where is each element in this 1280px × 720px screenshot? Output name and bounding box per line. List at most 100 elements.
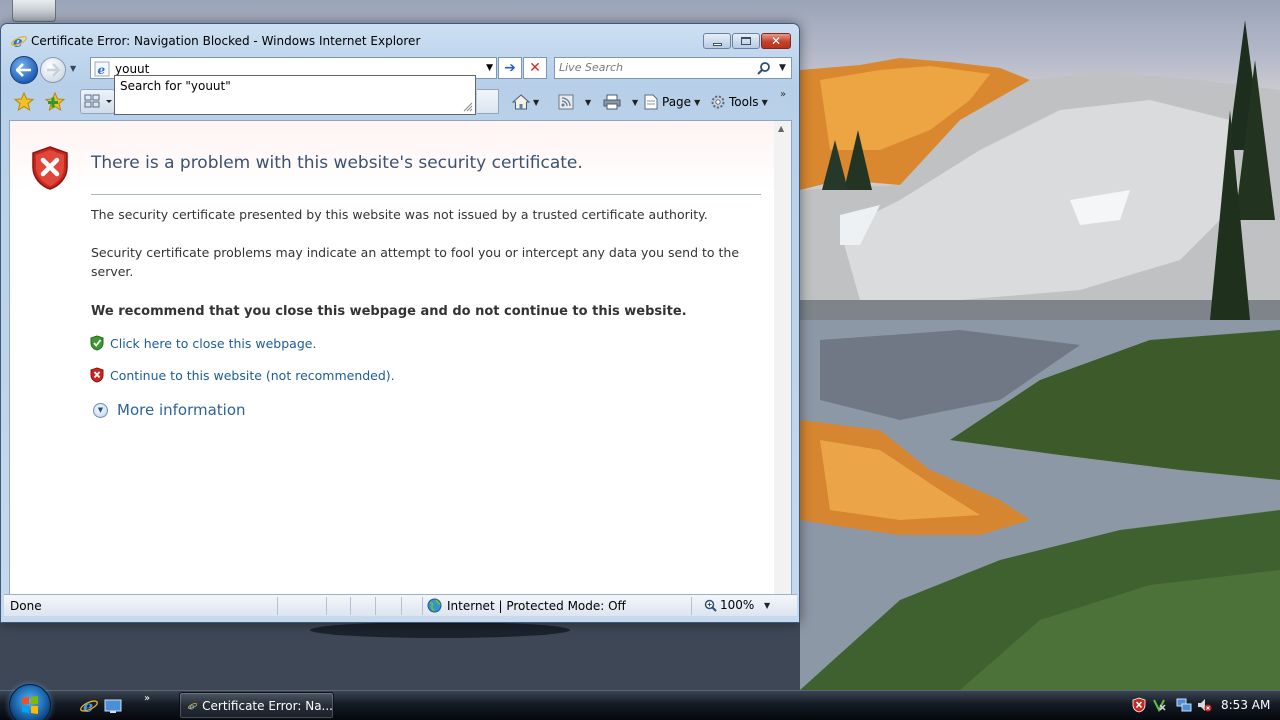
print-dropdown-icon[interactable]: ▼ <box>632 98 638 107</box>
page-title: There is a problem with this website's s… <box>91 153 583 173</box>
svg-text:e: e <box>98 63 106 77</box>
expand-chevron-icon: ▼ <box>93 402 108 418</box>
close-icon: ✕ <box>770 34 782 48</box>
quick-tabs-icon <box>84 94 112 108</box>
stop-x-icon: ✕ <box>529 60 541 76</box>
page-menu-label: Page <box>662 95 692 109</box>
back-button[interactable] <box>10 56 38 84</box>
zoom-magnifier-icon <box>704 599 717 612</box>
tools-dropdown-icon: ▼ <box>761 97 768 107</box>
forward-button[interactable] <box>40 57 66 83</box>
zoom-dropdown-icon[interactable]: ▼ <box>764 601 770 610</box>
ie-logo-icon: e <box>11 33 27 49</box>
quick-tabs-button[interactable] <box>80 89 115 114</box>
tools-menu-button[interactable]: Tools ▼ <box>710 92 768 112</box>
go-button[interactable]: ➔ <box>498 57 522 79</box>
forward-arrow-icon <box>47 63 61 77</box>
status-separator <box>350 597 351 615</box>
start-button[interactable] <box>9 684 51 720</box>
close-window-button[interactable]: ✕ <box>761 33 791 49</box>
volume-muted-tray-icon[interactable] <box>1196 697 1212 713</box>
resize-grip-icon[interactable] <box>461 100 473 112</box>
continue-website-link[interactable]: Continue to this website (not recommende… <box>110 368 395 383</box>
more-commands-chevron-icon[interactable]: » <box>780 89 786 100</box>
network-tray-icon[interactable] <box>1176 697 1192 713</box>
page-menu-button[interactable]: Page ▼ <box>643 92 700 112</box>
add-star-icon[interactable] <box>45 92 65 112</box>
recent-pages-dropdown[interactable]: ▼ <box>70 64 76 73</box>
recycle-bin-icon[interactable] <box>12 0 56 22</box>
maximize-button[interactable] <box>732 33 760 49</box>
status-separator <box>401 597 402 615</box>
status-text: Done <box>10 599 42 613</box>
windows-logo-icon <box>22 696 38 714</box>
security-alert-tray-icon[interactable] <box>1131 697 1147 713</box>
close-webpage-row: Click here to close this webpage. <box>90 335 316 351</box>
page-ie-icon: e <box>94 61 110 77</box>
more-information-label: More information <box>117 401 246 419</box>
back-arrow-icon <box>16 63 31 77</box>
home-button[interactable]: ▼ <box>512 92 539 112</box>
search-options-dropdown-icon[interactable]: ▼ <box>779 63 786 73</box>
ie-taskbar-icon: e <box>188 702 198 712</box>
go-arrow-icon: ➔ <box>504 60 516 76</box>
address-autocomplete[interactable]: Search for "youut" <box>114 75 476 115</box>
vertical-scrollbar[interactable]: ▲ ▼ <box>774 121 791 614</box>
status-separator <box>277 597 278 615</box>
magnifier-icon[interactable] <box>757 61 771 75</box>
search-suggestion[interactable]: Search for "youut" <box>120 79 231 93</box>
status-separator <box>691 597 692 615</box>
stop-button[interactable]: ✕ <box>523 57 547 79</box>
close-webpage-link[interactable]: Click here to close this webpage. <box>110 336 316 351</box>
recommendation-text: We recommend that you close this webpage… <box>91 304 687 319</box>
ie-quick-launch-icon[interactable]: e <box>80 697 98 715</box>
red-shield-x-icon <box>32 146 68 190</box>
security-zone[interactable]: Internet | Protected Mode: Off <box>427 598 626 613</box>
page-dropdown-icon: ▼ <box>694 97 701 107</box>
search-box[interactable]: ▼ <box>554 57 792 79</box>
title-bar[interactable]: e Certificate Error: Navigation Blocked … <box>1 24 799 54</box>
home-icon <box>512 94 530 110</box>
security-zone-label: Internet | Protected Mode: Off <box>447 598 626 613</box>
status-separator <box>375 597 376 615</box>
home-dropdown-icon[interactable]: ▼ <box>533 98 539 107</box>
maximize-icon <box>741 37 751 45</box>
address-dropdown-icon[interactable]: ▼ <box>486 63 493 73</box>
zoom-level[interactable]: 100% <box>704 598 754 612</box>
window-title: Certificate Error: Navigation Blocked - … <box>31 34 421 48</box>
status-bar: Done Internet | Protected Mode: Off 100%… <box>4 594 797 616</box>
status-separator <box>326 597 327 615</box>
print-button[interactable]: ▼ <box>603 92 638 112</box>
address-input[interactable]: youut <box>115 62 149 76</box>
globe-icon <box>427 598 442 613</box>
tools-menu-label: Tools <box>729 95 759 109</box>
status-separator <box>422 597 423 615</box>
title-divider <box>91 194 761 195</box>
gear-icon <box>711 95 725 109</box>
issuer-warning-text: The security certificate presented by th… <box>91 207 708 222</box>
svg-text:e: e <box>83 697 93 715</box>
rss-icon <box>558 94 574 110</box>
scroll-up-icon[interactable]: ▲ <box>778 124 784 133</box>
green-shield-check-icon <box>90 335 104 351</box>
printer-icon <box>603 94 621 110</box>
search-input[interactable] <box>559 61 749 74</box>
feeds-button[interactable]: ▼ <box>558 92 591 112</box>
more-information-toggle[interactable]: ▼ More information <box>93 401 246 419</box>
star-icon[interactable] <box>14 92 34 112</box>
taskbar-ie-window-button[interactable]: e Certificate Error: Na... <box>179 692 334 719</box>
system-clock[interactable]: 8:53 AM <box>1221 698 1270 712</box>
new-tab-button[interactable] <box>477 89 499 114</box>
defender-tray-icon[interactable] <box>1151 697 1167 713</box>
minimize-icon <box>712 42 722 46</box>
red-shield-x-small-icon <box>90 367 104 383</box>
page-content: There is a problem with this website's s… <box>9 120 792 615</box>
taskbar-ie-window-label: Certificate Error: Na... <box>202 698 333 713</box>
continue-website-row: Continue to this website (not recommende… <box>90 367 395 383</box>
page-icon <box>644 94 658 110</box>
zoom-level-label: 100% <box>720 598 755 612</box>
minimize-button[interactable] <box>703 33 731 49</box>
quick-launch-chevron-icon[interactable]: » <box>144 693 150 704</box>
show-desktop-icon[interactable] <box>104 697 122 715</box>
feeds-dropdown-icon[interactable]: ▼ <box>585 98 591 107</box>
